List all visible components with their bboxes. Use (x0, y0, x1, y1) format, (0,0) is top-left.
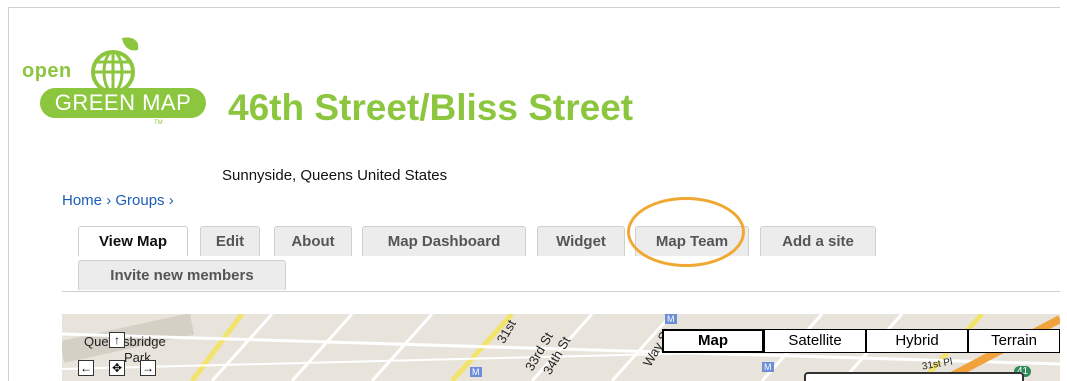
logo-open-text: open (22, 60, 72, 82)
map-overview-box (804, 372, 1024, 381)
subway-marker: M (665, 314, 677, 324)
breadcrumb-separator: › (106, 192, 112, 209)
window-top-border (8, 7, 1060, 8)
subway-marker: M (762, 362, 774, 372)
breadcrumb-separator: › (168, 192, 174, 209)
globe-leaf-icon (91, 37, 139, 92)
map-type-terrain-button[interactable]: Terrain (968, 329, 1060, 353)
tab-about[interactable]: About (274, 226, 352, 256)
subway-marker: M (470, 367, 482, 377)
tabs-baseline (62, 291, 1060, 292)
breadcrumb-groups-link[interactable]: Groups (115, 192, 164, 209)
map-type-hybrid-button[interactable]: Hybrid (866, 329, 968, 353)
tab-invite-new-members[interactable]: Invite new members (78, 260, 286, 290)
highlight-annotation-ring (627, 197, 745, 267)
pan-center-button[interactable]: ✥ (109, 360, 125, 376)
map-type-satellite-button[interactable]: Satellite (764, 329, 866, 353)
map-location: Sunnyside, Queens United States (222, 167, 448, 184)
map-type-map-button[interactable]: Map (662, 329, 764, 353)
pan-up-button[interactable]: ↑ (109, 332, 125, 348)
breadcrumb: Home › Groups › (62, 192, 174, 209)
pan-right-button[interactable]: → (140, 360, 156, 376)
window-left-border (8, 7, 9, 381)
page-title: 46th Street/Bliss Street (228, 87, 634, 128)
logo-trademark: TM (154, 120, 163, 126)
tab-widget[interactable]: Widget (537, 226, 625, 256)
logo-green-map-pill: GREEN MAP (40, 88, 206, 118)
tab-edit[interactable]: Edit (200, 226, 260, 256)
open-green-map-logo[interactable]: open GREEN MAP TM (22, 36, 207, 131)
pan-left-button[interactable]: ← (78, 360, 94, 376)
breadcrumb-home-link[interactable]: Home (62, 192, 102, 209)
tab-add-a-site[interactable]: Add a site (760, 226, 876, 256)
tab-map-dashboard[interactable]: Map Dashboard (362, 226, 526, 256)
tab-view-map[interactable]: View Map (78, 226, 188, 256)
